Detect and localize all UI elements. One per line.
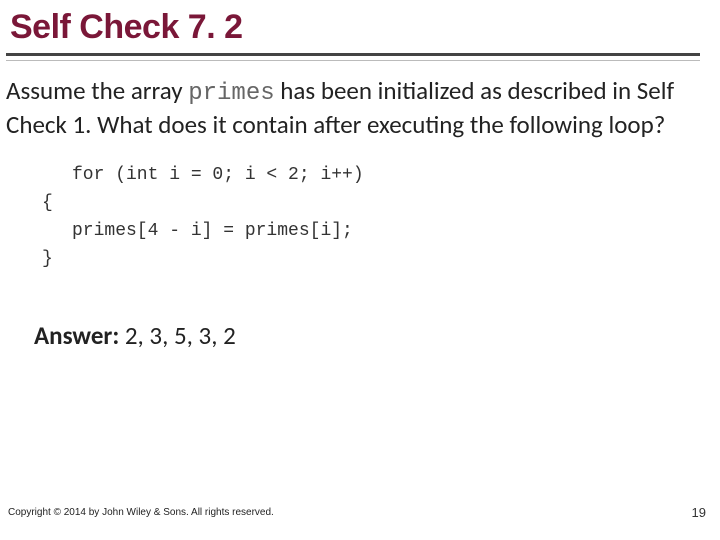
question-text: Assume the array primes has been initial…: [0, 75, 720, 140]
slide: Self Check 7. 2 Assume the array primes …: [0, 0, 720, 540]
code-line-close-brace: }: [42, 246, 720, 274]
slide-title: Self Check 7. 2: [0, 0, 720, 53]
answer-value: 2, 3, 5, 3, 2: [119, 320, 236, 351]
page-number: 19: [692, 505, 706, 520]
code-block: for (int i = 0; i < 2; i++) { primes[4 -…: [42, 162, 720, 274]
answer-line: Answer: 2, 3, 5, 3, 2: [34, 320, 720, 351]
code-line-open-brace: {: [42, 190, 720, 218]
code-line-body: primes[4 - i] = primes[i];: [42, 218, 720, 246]
question-prefix: Assume the array: [6, 75, 188, 106]
title-rule-main: [6, 53, 700, 56]
copyright-footer: Copyright © 2014 by John Wiley & Sons. A…: [8, 507, 708, 518]
answer-label: Answer:: [34, 320, 119, 351]
title-rule-sub: [6, 60, 700, 61]
question-identifier: primes: [188, 80, 274, 107]
code-line-for: for (int i = 0; i < 2; i++): [42, 162, 720, 190]
